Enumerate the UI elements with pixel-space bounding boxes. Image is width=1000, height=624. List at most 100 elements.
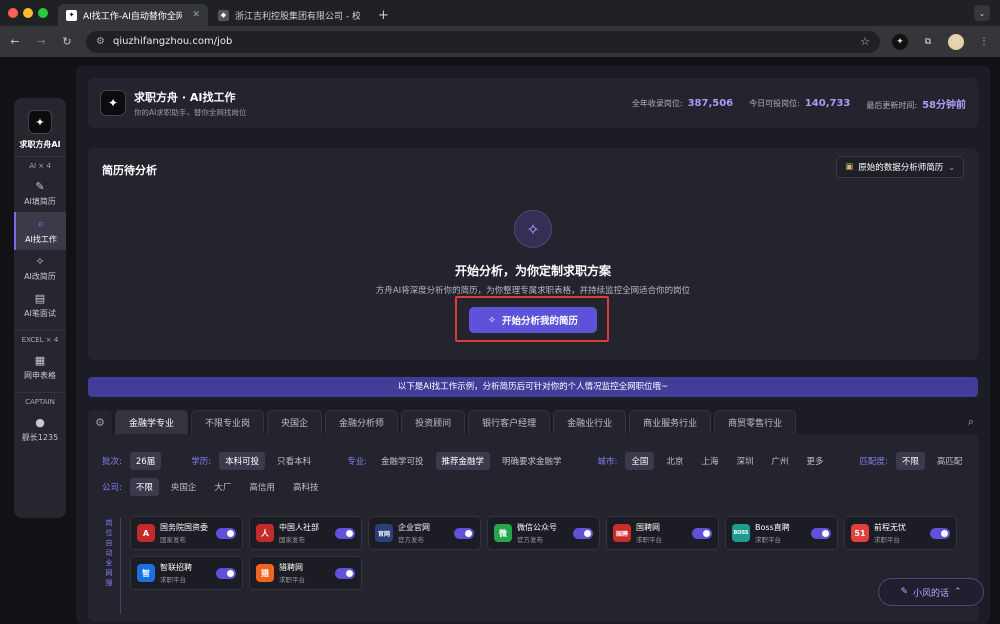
analysis-heading: 开始分析，为你定制求职方案 — [454, 264, 611, 278]
filter-option[interactable]: 全国 — [625, 452, 655, 470]
page-subtitle: 你的AI求职助手，替你全网找岗位 — [134, 107, 247, 117]
browser-tab[interactable]: ◆ 浙江吉利控股集团有限公司 - 校 — [210, 4, 368, 26]
source-toggle[interactable] — [335, 567, 355, 579]
filter-option[interactable]: 高匹配 — [931, 452, 969, 470]
close-window-button[interactable] — [8, 8, 18, 18]
filter-option[interactable]: 北京 — [660, 452, 689, 470]
filter-option[interactable]: 央国企 — [165, 478, 203, 496]
tab-category[interactable]: 商贸零售行业 — [714, 410, 797, 434]
source-card: 国聘 国聘网 求职平台 — [606, 516, 719, 550]
browser-toolbar: ← → ↻ ⚙ qiuzhifangzhou.com/job ☆ ✦ ⧉ ☺ ⋮ — [0, 26, 1000, 57]
sidebar-item-user[interactable]: ● 舰长1235 — [14, 411, 66, 448]
filter-option[interactable]: 高信用 — [243, 478, 281, 496]
source-toggle[interactable] — [454, 527, 474, 539]
source-card: 人 中国人社部 国家发布 — [249, 516, 362, 550]
filter-label: 专业: — [347, 457, 367, 467]
url-text: qiuzhifangzhou.com/job — [112, 36, 233, 47]
sidebar-item-find-job[interactable]: ⌕ AI找工作 — [14, 212, 66, 250]
source-toggle[interactable] — [573, 527, 593, 539]
sidebar-item-label: AI笔面试 — [24, 309, 56, 318]
id-card-icon: ▤ — [34, 292, 46, 305]
filter-option[interactable]: 大厂 — [208, 478, 237, 496]
maximize-window-button[interactable] — [38, 8, 48, 18]
source-toggle[interactable] — [216, 567, 236, 579]
address-bar[interactable]: ⚙ qiuzhifangzhou.com/job ☆ — [86, 30, 880, 53]
tab-category[interactable]: 不限专业岗 — [191, 410, 265, 434]
tab-category[interactable]: 商业服务行业 — [629, 410, 712, 434]
reload-icon[interactable]: ↻ — [60, 35, 74, 48]
tab-category[interactable]: 投资顾问 — [401, 410, 466, 434]
tab-category[interactable]: 金融业行业 — [553, 410, 627, 434]
gear-icon[interactable]: ⚙ — [88, 410, 112, 434]
page-title: 求职方舟 · AI找工作 — [134, 90, 236, 104]
filter-option[interactable]: 广州 — [765, 452, 794, 470]
magic-wand-icon: ✧ — [488, 314, 496, 326]
document-icon: ▣ — [845, 162, 854, 172]
source-name: 微信公众号 — [517, 523, 557, 532]
filter-option[interactable]: 高科技 — [287, 478, 325, 496]
filter-option[interactable]: 只看本科 — [271, 452, 317, 470]
close-tab-icon[interactable]: ✕ — [192, 10, 200, 20]
extension-icon[interactable]: ✦ — [892, 33, 908, 50]
source-name: 智联招聘 — [160, 563, 192, 572]
filter-option[interactable]: 深圳 — [730, 452, 759, 470]
tab-category[interactable]: 央国企 — [267, 410, 323, 434]
sidebar-item-edit-resume[interactable]: ✧ AI改简历 — [14, 250, 66, 287]
browser-tab-active[interactable]: ✦ AI找工作-AI自动替你全网找工作 ✕ — [58, 4, 208, 26]
source-toggle[interactable] — [692, 527, 712, 539]
sidebar-item-application-table[interactable]: ▦ 网申表格 — [14, 349, 66, 386]
bookmark-star-icon[interactable]: ☆ — [860, 35, 870, 48]
new-tab-button[interactable]: + — [370, 4, 397, 26]
tab-category[interactable]: 金融学专业 — [115, 410, 189, 434]
menu-kebab-icon[interactable]: ⋮ — [976, 34, 992, 50]
filter-option[interactable]: 本科可投 — [219, 452, 266, 470]
tab-category[interactable]: 金融分析师 — [325, 410, 399, 434]
filter-option[interactable]: 金融学可投 — [375, 452, 430, 470]
filter-option[interactable]: 明确要求金融学 — [496, 452, 568, 470]
filter-label: 批次: — [102, 457, 122, 467]
source-card: 官网 企业官网 官方发布 — [368, 516, 481, 550]
analysis-description: 方舟AI将深度分析你的简历，为你整理专属求职表格，并持续监控全网适合你的岗位 — [375, 286, 691, 296]
start-analysis-button[interactable]: ✧ 开始分析我的简历 — [469, 307, 597, 333]
filter-option[interactable]: 不限 — [895, 452, 925, 470]
brand-name: 求职方舟AI — [19, 140, 61, 149]
sidebar-item-interview[interactable]: ▤ AI笔面试 — [14, 287, 66, 324]
source-toggle[interactable] — [216, 527, 236, 539]
back-icon[interactable]: ← — [8, 35, 22, 48]
filter-row-2: 公司: 不限 央国企 大厂 高信用 高科技 — [102, 478, 324, 496]
sidebar-item-label: 网申表格 — [24, 371, 56, 380]
source-type: 国家发布 — [160, 536, 186, 544]
site-info-icon[interactable]: ⚙ — [96, 36, 105, 47]
divider — [120, 518, 121, 614]
tab-search-icon[interactable]: ⌄ — [974, 5, 990, 21]
source-card: A 国务院国资委 国家发布 — [130, 516, 243, 550]
tab-title: AI找工作-AI自动替你全网找工作 — [83, 11, 183, 22]
tab-title: 浙江吉利控股集团有限公司 - 校 — [235, 11, 360, 22]
source-cards: A 国务院国资委 国家发布 人 中国人社部 国家发布 官网 企业官网 官方发布 微 微… — [130, 516, 966, 590]
filter-option[interactable]: 26届 — [129, 452, 162, 470]
filter-option[interactable]: 不限 — [129, 478, 159, 496]
section-title: 简历待分析 — [102, 164, 157, 177]
filter-option[interactable]: 上海 — [695, 452, 724, 470]
filter-label: 学历: — [191, 457, 212, 467]
source-toggle[interactable] — [930, 527, 950, 539]
profile-avatar[interactable]: ☺ — [948, 33, 964, 50]
source-card: 微 微信公众号 官方发布 — [487, 516, 600, 550]
resume-selector[interactable]: ▣ 原始的数据分析师简历 ⌄ — [836, 156, 964, 178]
tab-category[interactable]: 银行客户经理 — [468, 410, 551, 434]
filter-option[interactable]: 推荐金融学 — [435, 452, 491, 470]
search-icon[interactable]: ⌕ — [968, 410, 978, 434]
source-toggle[interactable] — [335, 527, 355, 539]
source-logo-icon: 猎 — [256, 564, 274, 582]
chat-assistant-button[interactable]: ✎ 小风的话 ⌃ — [878, 578, 984, 606]
forward-icon[interactable]: → — [34, 35, 48, 48]
source-logo-icon: 微 — [494, 524, 512, 542]
sidebar-item-fill-resume[interactable]: ✎ AI填简历 — [14, 175, 66, 212]
extensions-puzzle-icon[interactable]: ⧉ — [920, 34, 936, 50]
source-name: 国聘网 — [636, 523, 660, 532]
minimize-window-button[interactable] — [23, 8, 33, 18]
source-toggle[interactable] — [811, 527, 831, 539]
filter-option[interactable]: 更多 — [800, 452, 829, 470]
button-label: 开始分析我的简历 — [501, 316, 578, 327]
source-type: 求职平台 — [160, 576, 186, 584]
